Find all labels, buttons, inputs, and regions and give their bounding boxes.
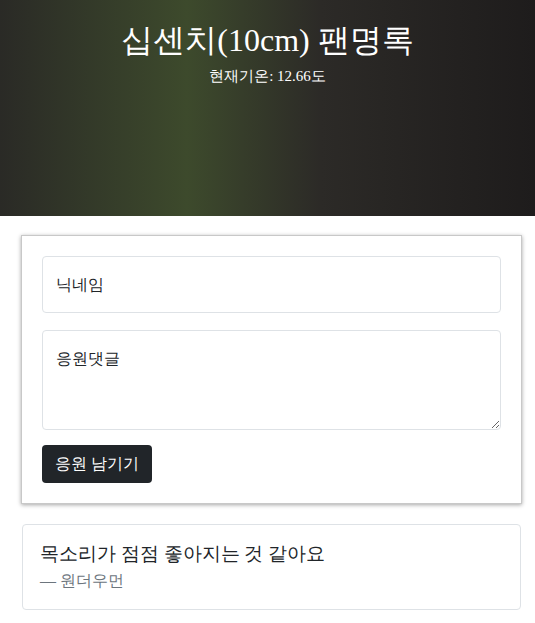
hero-banner: 십센치(10cm) 팬명록현재기온: 12.66도 — [0, 0, 535, 216]
page-title: 십센치(10cm) 팬명록 — [121, 20, 413, 62]
comment-author: — 원더우먼 — [40, 570, 503, 592]
comment-textarea[interactable] — [42, 330, 501, 430]
fan-guestbook-page: 십센치(10cm) 팬명록현재기온: 12.66도응원 남기기목소리가 점점 좋… — [0, 0, 535, 623]
comment-card: 목소리가 점점 좋아지는 것 같아요 — 원더우먼 — [22, 524, 521, 610]
comment-list: 목소리가 점점 좋아지는 것 같아요 — 원더우먼 — [0, 504, 535, 610]
comment-text: 목소리가 점점 좋아지는 것 같아요 — [40, 542, 503, 567]
button-row: 응원 남기기 — [42, 445, 501, 483]
temperature-text: 현재기온: 12.66도 — [209, 66, 326, 87]
nickname-input[interactable] — [42, 256, 501, 313]
submit-button[interactable]: 응원 남기기 — [42, 445, 152, 483]
comment-form-card: 응원 남기기 — [21, 235, 522, 504]
